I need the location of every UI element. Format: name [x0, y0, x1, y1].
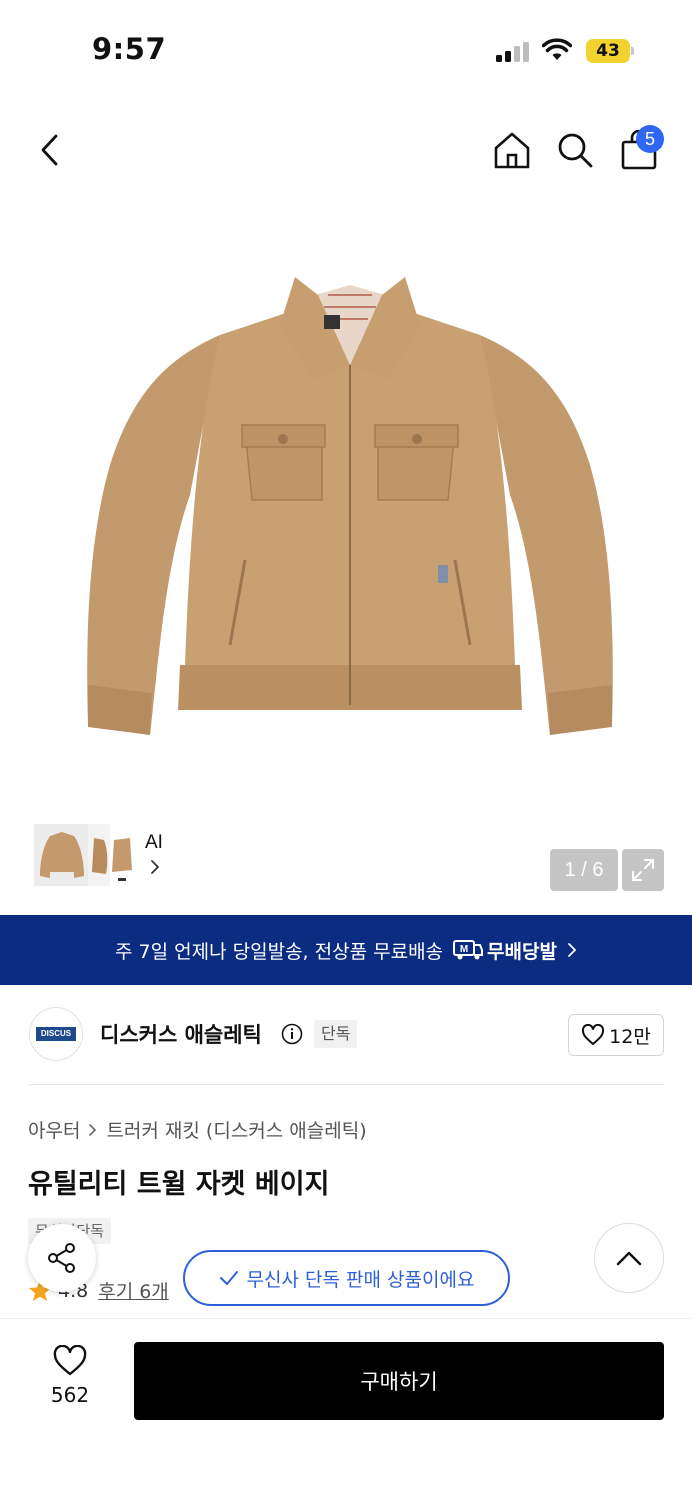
chevron-right-icon: [89, 1123, 97, 1136]
chevron-left-icon: [41, 134, 58, 166]
status-time: 9:57: [92, 32, 167, 66]
bottom-action-bar: 562 구매하기: [0, 1318, 692, 1500]
brand-row: DISCUS 디스커스 애슬레틱 단독 12만: [0, 985, 692, 1085]
brand-like-count: 12만: [609, 1025, 651, 1048]
ai-label: AI: [145, 832, 163, 853]
thumbnail-strip[interactable]: AI: [28, 818, 176, 892]
chevron-right-icon: [151, 860, 160, 874]
divider: [28, 1084, 664, 1085]
share-button[interactable]: [28, 1224, 96, 1292]
shipping-banner[interactable]: 주 7일 언제나 당일발송, 전상품 무료배송 M 무배당발: [0, 915, 692, 985]
battery-level: 43: [596, 41, 620, 61]
status-bar: 9:57 43: [0, 0, 692, 100]
scroll-to-top-button[interactable]: [594, 1223, 664, 1293]
free-delivery-badge: M 무배당발: [453, 937, 557, 964]
brand-logo[interactable]: DISCUS: [29, 1007, 83, 1061]
expand-image-button[interactable]: [622, 849, 664, 891]
info-icon[interactable]: [281, 1023, 303, 1045]
exclusive-notice-text: 무신사 단독 판매 상품이에요: [246, 1268, 475, 1291]
wifi-icon: [542, 38, 572, 60]
delivery-truck-icon: M: [453, 940, 484, 960]
wishlist-count: 562: [50, 1383, 90, 1407]
product-title: 유틸리티 트윌 자켓 베이지: [28, 1169, 330, 1200]
check-icon: [219, 1271, 238, 1285]
heart-icon: [53, 1345, 87, 1376]
chevron-up-icon: [616, 1251, 642, 1266]
image-page-counter: 1 / 6: [550, 849, 618, 891]
cellular-signal-icon: [496, 42, 529, 62]
banner-text: 주 7일 언제나 당일발송, 전상품 무료배송: [115, 940, 444, 963]
search-icon: [558, 133, 593, 168]
breadcrumb-subcategory[interactable]: 트러커 재킷 (디스커스 애슬레틱): [106, 1116, 366, 1143]
brand-like-button[interactable]: 12만: [568, 1014, 664, 1056]
home-icon: [494, 132, 530, 169]
expand-icon: [632, 859, 654, 881]
free-delivery-label: 무배당발: [487, 940, 557, 963]
share-icon: [48, 1243, 75, 1273]
brand-logo-text: DISCUS: [36, 1027, 76, 1041]
heart-icon: [582, 1024, 605, 1045]
brand-name[interactable]: 디스커스 애슬레틱: [100, 1019, 262, 1049]
exclusive-tag: 단독: [314, 1020, 358, 1048]
review-count-link[interactable]: 후기 6개: [98, 1277, 169, 1304]
wishlist-button[interactable]: 562: [30, 1345, 110, 1415]
exclusive-notice-pill[interactable]: 무신사 단독 판매 상품이에요: [183, 1250, 510, 1306]
top-navigation: [0, 118, 692, 188]
buy-button[interactable]: 구매하기: [134, 1342, 664, 1420]
breadcrumb-category[interactable]: 아우터: [28, 1116, 80, 1143]
battery-icon: 43: [586, 39, 634, 63]
thumbnail-back[interactable]: [110, 824, 134, 886]
chevron-right-icon: [568, 943, 577, 957]
home-button[interactable]: [488, 126, 536, 174]
cart-count-badge: 5: [636, 125, 664, 153]
svg-text:M: M: [460, 944, 468, 955]
back-button[interactable]: [26, 126, 74, 174]
breadcrumb: 아우터 트러커 재킷 (디스커스 애슬레틱): [28, 1116, 367, 1143]
thumbnail-front[interactable]: [34, 824, 90, 886]
search-button[interactable]: [551, 126, 599, 174]
thumbnail-side[interactable]: [88, 824, 112, 886]
product-image[interactable]: [80, 265, 620, 755]
